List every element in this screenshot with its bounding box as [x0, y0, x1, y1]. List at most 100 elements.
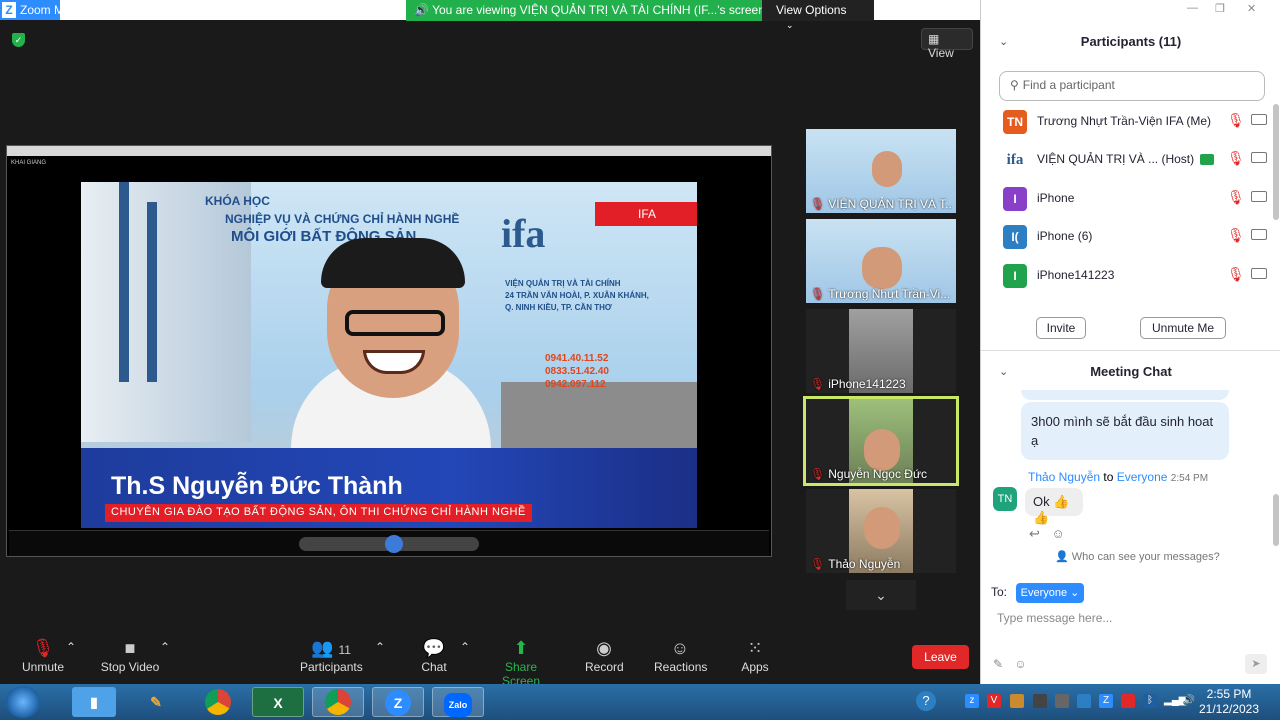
security-shield-icon[interactable]: ✓: [12, 33, 25, 47]
participant-thumbnail[interactable]: 🎙 Trương Nhựt Trần-Vi...: [806, 219, 956, 303]
bluetooth-icon[interactable]: ᛒ: [1143, 694, 1157, 708]
chat-scrollbar[interactable]: [1273, 494, 1279, 546]
participant-name: VIỆN QUẢN TRỊ VÀ ... (Host): [1037, 152, 1195, 166]
reactions-button[interactable]: ☺ Reactions: [654, 636, 708, 674]
add-reaction-icon[interactable]: ☺: [1052, 526, 1065, 541]
mic-muted-icon: 🎙: [810, 197, 826, 211]
start-button[interactable]: [6, 686, 40, 718]
participant-row[interactable]: I( iPhone (6) 🎙: [999, 223, 1269, 251]
participant-thumbnail[interactable]: 🎙 Thảo Nguyễn: [806, 489, 956, 573]
apps-button[interactable]: ⁙ Apps: [740, 636, 770, 674]
participants-button[interactable]: 👥 11 Participants: [300, 636, 363, 674]
video-off-icon[interactable]: [1251, 191, 1267, 202]
video-off-icon[interactable]: [1251, 268, 1267, 279]
participant-thumbnail[interactable]: 🎙 iPhone141223: [806, 309, 956, 393]
system-clock[interactable]: 2:55 PM 21/12/2023: [1198, 687, 1260, 717]
usb-tray-icon[interactable]: [1055, 694, 1069, 708]
building-stripe: [147, 202, 157, 382]
participant-row[interactable]: TN Trương Nhựt Trần-Viện IFA (Me) 🎙: [999, 108, 1269, 136]
invite-button[interactable]: Invite: [1036, 317, 1086, 339]
participant-search-input[interactable]: ⚲ Find a participant: [999, 71, 1265, 101]
chevron-down-icon[interactable]: ⌄: [846, 580, 916, 610]
participants-label: Participants: [300, 660, 363, 674]
minimize-icon[interactable]: —: [1187, 2, 1198, 14]
signal-icon[interactable]: ▂▄▆: [1164, 694, 1186, 708]
chat-recipient[interactable]: Everyone: [1117, 470, 1168, 484]
zalo-icon[interactable]: Zalo: [432, 687, 484, 717]
video-off-icon[interactable]: [1251, 229, 1267, 240]
excel-icon[interactable]: X: [252, 687, 304, 717]
participant-row[interactable]: I iPhone141223 🎙: [999, 262, 1269, 290]
chevron-up-icon[interactable]: ⌃: [66, 640, 76, 654]
mic-muted-icon[interactable]: 🎙: [1227, 266, 1245, 283]
participant-thumbnail[interactable]: 🎙 VIỆN QUẢN TRỊ VÀ T...: [806, 129, 956, 213]
unmute-me-button[interactable]: Unmute Me: [1140, 317, 1226, 339]
chat-button[interactable]: 💬 Chat: [420, 636, 448, 674]
chevron-up-icon[interactable]: ⌃: [460, 640, 470, 654]
record-button[interactable]: ◉ Record: [585, 636, 624, 674]
antivirus-tray-icon[interactable]: V: [987, 694, 1001, 708]
thumbnail-name: Thảo Nguyễn: [828, 557, 901, 571]
leave-button[interactable]: Leave: [912, 645, 969, 669]
format-icon[interactable]: ✎: [993, 657, 1003, 671]
participants-scrollbar[interactable]: [1273, 104, 1279, 220]
chat-icon: 💬: [422, 638, 446, 658]
mic-muted-icon: 🎙: [810, 377, 826, 391]
tray-icon[interactable]: [1033, 694, 1047, 708]
chrome-ifa-icon[interactable]: [312, 687, 364, 717]
view-options-button[interactable]: View Options ⌄: [762, 0, 874, 30]
help-icon[interactable]: ?: [916, 691, 936, 711]
presenter-title: CHUYÊN GIA ĐÀO TẠO BẤT ĐỘNG SẢN, ÔN THI …: [105, 504, 532, 522]
reply-icon[interactable]: ↩: [1029, 526, 1040, 541]
participant-row[interactable]: I iPhone 🎙: [999, 185, 1269, 213]
participant-row[interactable]: ifa VIỆN QUẢN TRỊ VÀ ... (Host) 🎙: [999, 146, 1269, 174]
zoom-tray-icon[interactable]: z: [965, 694, 979, 708]
mic-muted-icon[interactable]: 🎙: [1227, 189, 1245, 206]
mic-muted-icon[interactable]: 🎙: [1227, 112, 1245, 129]
video-off-icon[interactable]: [1251, 114, 1267, 125]
unmute-button[interactable]: 🎙 Unmute: [22, 636, 64, 674]
paint-icon[interactable]: ✎: [134, 687, 178, 717]
emoji-icon[interactable]: ☺: [1014, 657, 1026, 671]
drive-tray-icon[interactable]: [1010, 694, 1024, 708]
stop-video-button[interactable]: ■ Stop Video: [100, 636, 160, 674]
volume-icon[interactable]: 🔊: [1182, 694, 1196, 708]
reactions-label: Reactions: [654, 660, 708, 674]
chat-message-input[interactable]: Type message here...: [997, 611, 1112, 625]
close-icon[interactable]: ✕: [1247, 2, 1256, 15]
chevron-down-icon[interactable]: ⌄: [999, 24, 1008, 60]
view-button[interactable]: ▦ View: [921, 28, 973, 60]
zoom-tray-icon[interactable]: Z: [1099, 694, 1113, 708]
chevron-up-icon[interactable]: ⌃: [160, 640, 170, 654]
restore-icon[interactable]: ❐: [1215, 2, 1225, 15]
zoom-app-icon[interactable]: Z: [372, 687, 424, 717]
who-can-see-link[interactable]: 👤 Who can see your messages?: [1055, 550, 1220, 563]
network-tray-icon[interactable]: [1077, 694, 1091, 708]
slide-course-line1: NGHIỆP VỤ VÀ CHỨNG CHỈ HÀNH NGHỀ: [225, 212, 460, 226]
chrome-icon[interactable]: [194, 687, 242, 717]
window-title: Zoom Meeting: [20, 3, 97, 17]
flag-tray-icon[interactable]: [1121, 694, 1135, 708]
slide-address-line2: Q. NINH KIỀU, TP. CẦN THƠ: [505, 303, 612, 312]
clock-time: 2:55 PM: [1206, 687, 1252, 701]
pause-icon[interactable]: [385, 535, 403, 553]
mic-muted-icon[interactable]: 🎙: [1227, 150, 1245, 167]
shared-screen[interactable]: KHAI GIANG KHÓA HỌC NGHIỆP VỤ VÀ CHỨNG C…: [6, 145, 772, 557]
participant-thumbnail-active[interactable]: 🎙 Nguyễn Ngọc Đức: [803, 396, 959, 486]
chevron-up-icon[interactable]: ⌃: [375, 640, 385, 654]
recipient-dropdown[interactable]: Everyone ⌄: [1016, 583, 1084, 603]
chevron-down-icon[interactable]: ⌄: [999, 354, 1008, 390]
chat-sender[interactable]: Thảo Nguyễn: [1028, 470, 1100, 484]
mic-muted-icon: 🎙: [810, 287, 826, 301]
mic-muted-icon[interactable]: 🎙: [1227, 227, 1245, 244]
avatar: I: [1003, 187, 1027, 211]
send-button[interactable]: ➤: [1245, 654, 1267, 674]
participant-face: [864, 429, 900, 471]
mic-muted-icon: 🎙: [31, 638, 55, 658]
participant-face: [862, 247, 902, 289]
previous-message-bubble: [1021, 390, 1229, 400]
share-screen-button[interactable]: ⬆ Share Screen: [487, 636, 555, 688]
file-explorer-icon[interactable]: ▮: [72, 687, 116, 717]
video-off-icon[interactable]: [1251, 152, 1267, 163]
participants-header: ⌄ Participants (11): [981, 24, 1280, 60]
